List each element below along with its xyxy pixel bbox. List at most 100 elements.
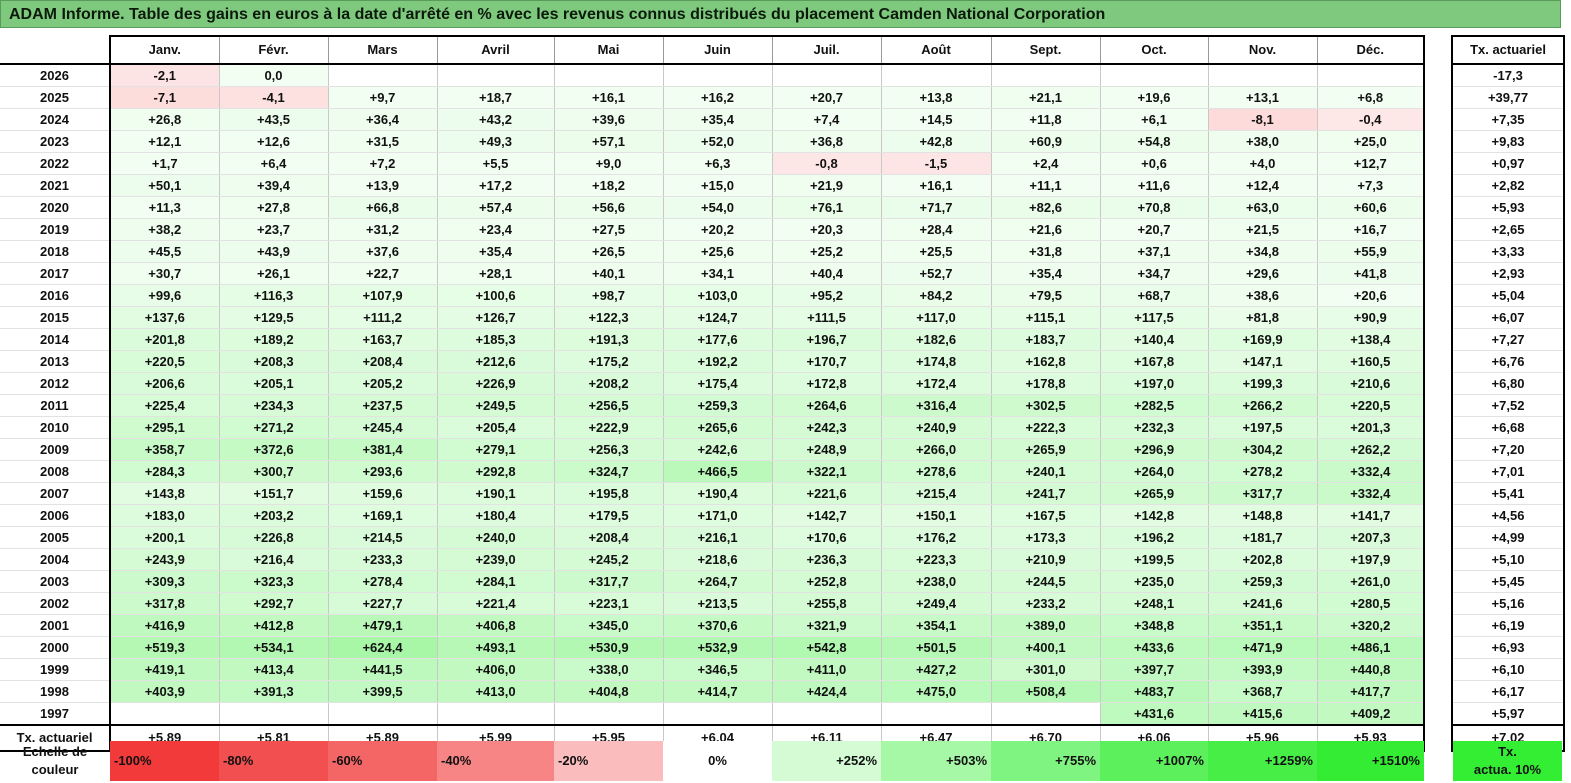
gain-cell: +322,1 xyxy=(772,460,882,483)
year-cell: 2010 xyxy=(0,416,111,439)
gain-cell: +84,2 xyxy=(881,284,992,307)
gain-cell: +409,2 xyxy=(1317,702,1425,726)
gain-cell: +240,0 xyxy=(437,526,555,549)
gain-cell: +22,7 xyxy=(328,262,438,285)
gain-cell: +70,8 xyxy=(1100,196,1209,219)
table-row: 2021 +50,1 +39,4 +13,9 +17,2 +18,2 +15,0 +21,9 +… xyxy=(0,174,1425,197)
gain-cell: +282,5 xyxy=(1100,394,1209,417)
gain-cell: +26,1 xyxy=(219,262,329,285)
gain-cell: +317,7 xyxy=(1208,482,1318,505)
gain-cell: +368,7 xyxy=(1208,680,1318,703)
gain-cell: +475,0 xyxy=(881,680,992,703)
gain-cell: +122,3 xyxy=(554,306,664,329)
gain-cell: +34,1 xyxy=(663,262,773,285)
gain-cell: +16,1 xyxy=(554,86,664,109)
gain-cell: +41,8 xyxy=(1317,262,1425,285)
gain-cell: +221,6 xyxy=(772,482,882,505)
color-scale-swatch: +1007% xyxy=(1100,741,1208,781)
gain-cell: +419,1 xyxy=(110,658,220,681)
gain-cell: +12,1 xyxy=(110,130,220,153)
gain-cell: +81,8 xyxy=(1208,306,1318,329)
gain-cell: -0,8 xyxy=(772,152,882,175)
gain-cell: +43,5 xyxy=(219,108,329,131)
year-cell: 1999 xyxy=(0,658,111,681)
gain-cell: +140,4 xyxy=(1100,328,1209,351)
month-header: Nov. xyxy=(1208,35,1318,65)
gain-cell: +26,8 xyxy=(110,108,220,131)
gain-cell: +170,7 xyxy=(772,350,882,373)
gain-cell: +167,8 xyxy=(1100,350,1209,373)
gain-cell: +220,5 xyxy=(110,350,220,373)
gain-cell: +354,1 xyxy=(881,614,992,637)
gain-cell: +249,4 xyxy=(881,592,992,615)
gain-cell: +212,6 xyxy=(437,350,555,373)
table-row: 2002 +317,8 +292,7 +227,7 +221,4 +223,1 +213,5… xyxy=(0,592,1425,615)
gain-cell: +441,5 xyxy=(328,658,438,681)
gain-cell: +90,9 xyxy=(1317,306,1425,329)
annual-rate-cell: +5,97 xyxy=(1451,702,1565,726)
gain-cell: +223,3 xyxy=(881,548,992,571)
gain-cell: +216,1 xyxy=(663,526,773,549)
gain-cell: +176,2 xyxy=(881,526,992,549)
gain-cell: +115,1 xyxy=(991,306,1101,329)
gain-cell xyxy=(1100,64,1209,87)
gain-cell: +35,4 xyxy=(437,240,555,263)
gain-cell: +43,9 xyxy=(219,240,329,263)
gain-cell: +171,0 xyxy=(663,504,773,527)
gain-cell: +192,2 xyxy=(663,350,773,373)
gain-cell: +412,8 xyxy=(219,614,329,637)
gain-cell: +103,0 xyxy=(663,284,773,307)
gain-cell: +40,4 xyxy=(772,262,882,285)
gain-cell: +54,0 xyxy=(663,196,773,219)
gain-cell: +372,6 xyxy=(219,438,329,461)
gain-cell: +71,7 xyxy=(881,196,992,219)
annual-rate-cell: +2,65 xyxy=(1451,218,1565,241)
gain-cell: +143,8 xyxy=(110,482,220,505)
gain-cell: +416,9 xyxy=(110,614,220,637)
table-row: 2012 +206,6 +205,1 +205,2 +226,9 +208,2 +175,4… xyxy=(0,372,1425,395)
gain-cell: +199,5 xyxy=(1100,548,1209,571)
month-header: Janv. xyxy=(110,35,220,65)
table-row: 1997 +431,6 +415,6 +409,2 xyxy=(0,702,1425,726)
gain-cell: +28,1 xyxy=(437,262,555,285)
year-cell: 2003 xyxy=(0,570,111,593)
gain-cell: +417,7 xyxy=(1317,680,1425,703)
table-row: 2025 -7,1 -4,1 +9,7 +18,7 +16,1 +16,2 +20,7 +13,… xyxy=(0,86,1425,109)
gain-cell: +191,3 xyxy=(554,328,664,351)
actua-legend-swatch: Tx. actua. 10% xyxy=(1453,741,1562,781)
gain-cell: +111,5 xyxy=(772,306,882,329)
gain-cell: +56,6 xyxy=(554,196,664,219)
gain-cell: +38,2 xyxy=(110,218,220,241)
gain-cell: +208,3 xyxy=(219,350,329,373)
gain-cell: +49,3 xyxy=(437,130,555,153)
year-cell: 2014 xyxy=(0,328,111,351)
gain-cell: +36,8 xyxy=(772,130,882,153)
gain-cell: +332,4 xyxy=(1317,482,1425,505)
year-cell: 2019 xyxy=(0,218,111,241)
table-row: 2005 +200,1 +226,8 +214,5 +240,0 +208,4 +216,1… xyxy=(0,526,1425,549)
annual-rate-cell: +5,04 xyxy=(1451,284,1565,307)
gain-cell: +141,7 xyxy=(1317,504,1425,527)
gain-cell: +179,5 xyxy=(554,504,664,527)
annual-rate-cell: +7,01 xyxy=(1451,460,1565,483)
gain-cell: +169,1 xyxy=(328,504,438,527)
gain-cell: +16,1 xyxy=(881,174,992,197)
gain-cell: +433,6 xyxy=(1100,636,1209,659)
gain-cell xyxy=(554,64,664,87)
month-header: Juin xyxy=(663,35,773,65)
gain-cell: +210,6 xyxy=(1317,372,1425,395)
gain-cell: +20,2 xyxy=(663,218,773,241)
gain-cell: +11,8 xyxy=(991,108,1101,131)
annual-rate-cell: +5,16 xyxy=(1451,592,1565,615)
gain-cell xyxy=(772,702,882,726)
gain-cell: +117,5 xyxy=(1100,306,1209,329)
gain-cell: +6,8 xyxy=(1317,86,1425,109)
annual-rate-cell: +4,56 xyxy=(1451,504,1565,527)
annual-rate-cell: +7,27 xyxy=(1451,328,1565,351)
year-cell: 2015 xyxy=(0,306,111,329)
color-scale-swatch: -80% xyxy=(219,741,328,781)
gain-cell: +201,3 xyxy=(1317,416,1425,439)
year-cell: 2005 xyxy=(0,526,111,549)
gain-cell: +11,3 xyxy=(110,196,220,219)
gain-cell: +27,8 xyxy=(219,196,329,219)
